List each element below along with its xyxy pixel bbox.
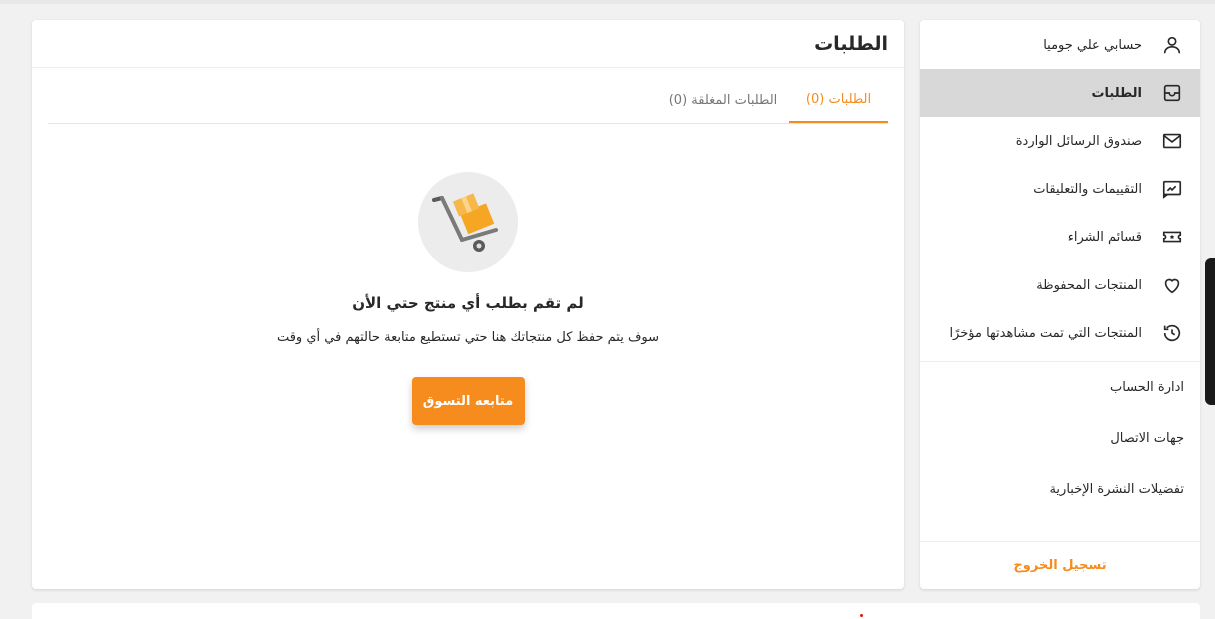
continue-shopping-button[interactable]: متابعه التسوق	[411, 377, 525, 425]
page-title: الطلبات	[32, 20, 904, 68]
heart-icon	[1160, 273, 1184, 297]
sidebar-item-label: المنتجات التي تمت مشاهدتها مؤخرًا	[949, 325, 1142, 341]
sidebar-link-account-management[interactable]: ادارة الحساب	[920, 362, 1200, 413]
sidebar-item-label: الطلبات	[1091, 85, 1142, 101]
tab-closed-orders[interactable]: الطلبات المغلقة (0)	[657, 77, 789, 123]
sidebar-item-vouchers[interactable]: قسائم الشراء	[920, 213, 1200, 261]
sidebar-item-inbox[interactable]: صندوق الرسائل الواردة	[920, 117, 1200, 165]
sidebar-item-label: التقييمات والتعليقات	[1033, 181, 1142, 197]
top-divider	[0, 0, 1215, 4]
sidebar-item-label: حسابي علي جوميا	[1043, 37, 1142, 53]
hand-truck-box-icon	[418, 172, 518, 272]
review-icon	[1160, 177, 1184, 201]
red-dot-indicator	[860, 614, 863, 617]
orders-panel: الطلبات الطلبات (0) الطلبات المغلقة (0) …	[32, 20, 904, 589]
sidebar-link-address-book[interactable]: جهات الاتصال	[920, 413, 1200, 464]
sidebar-item-label: المنتجات المحفوظة	[1036, 277, 1142, 293]
history-icon	[1160, 321, 1184, 345]
sidebar-link-newsletter-preferences[interactable]: تفضيلات النشرة الإخبارية	[920, 464, 1200, 515]
orders-box-icon	[1160, 81, 1184, 105]
sidebar-item-label: قسائم الشراء	[1067, 229, 1142, 245]
side-scroll-handle[interactable]	[1205, 258, 1215, 405]
voucher-icon	[1160, 225, 1184, 249]
sidebar-item-my-account[interactable]: حسابي علي جوميا	[920, 21, 1200, 69]
sidebar-item-reviews[interactable]: التقييمات والتعليقات	[920, 165, 1200, 213]
tab-open-orders[interactable]: الطلبات (0)	[789, 77, 888, 123]
sidebar-item-saved-items[interactable]: المنتجات المحفوظة	[920, 261, 1200, 309]
empty-state-description: سوف يتم حفظ كل منتجاتك هنا حتي تستطيع مت…	[276, 330, 660, 345]
orders-tabs: الطلبات (0) الطلبات المغلقة (0)	[48, 77, 888, 124]
user-icon	[1160, 33, 1184, 57]
account-sidebar: حسابي علي جوميا الطلبات صندوق الرسائل ال…	[920, 20, 1200, 589]
footer-panel	[32, 603, 1200, 619]
empty-state-title: لم تقم بطلب أي منتج حتي الأن	[352, 294, 584, 312]
empty-state: لم تقم بطلب أي منتج حتي الأن سوف يتم حفظ…	[32, 170, 904, 425]
logout-button[interactable]: تسجيل الخروج	[920, 541, 1200, 589]
envelope-icon	[1160, 129, 1184, 153]
sidebar-item-orders[interactable]: الطلبات	[920, 69, 1200, 117]
sidebar-item-label: صندوق الرسائل الواردة	[1015, 133, 1142, 149]
sidebar-item-recently-viewed[interactable]: المنتجات التي تمت مشاهدتها مؤخرًا	[920, 309, 1200, 357]
